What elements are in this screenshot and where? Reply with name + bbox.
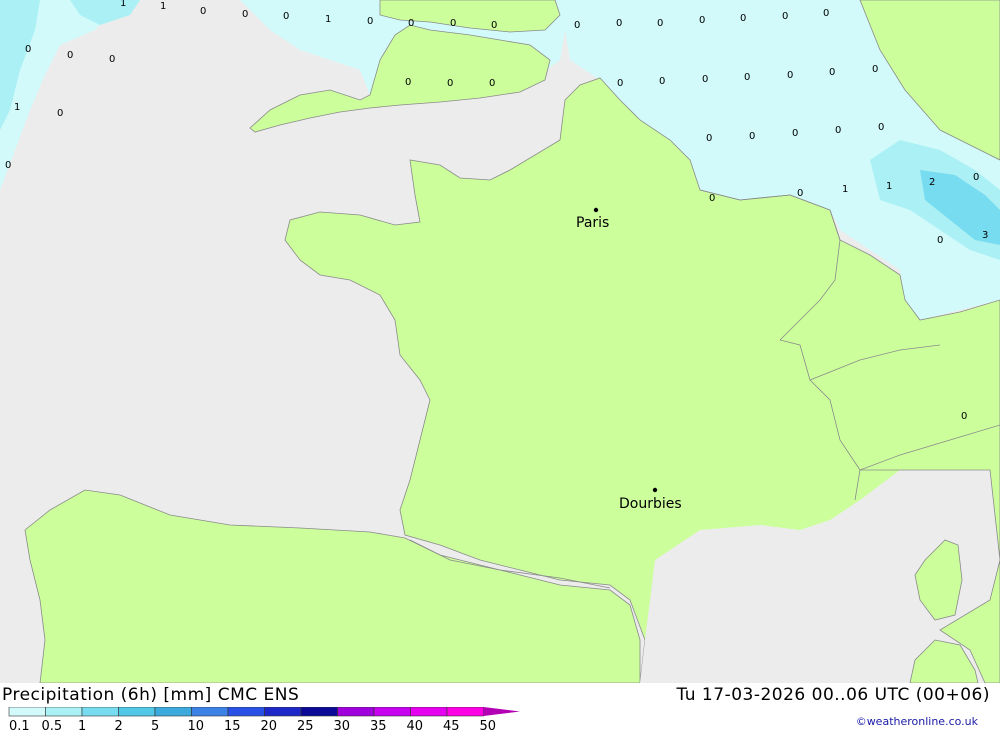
- legend-tick-label: 2: [115, 719, 123, 733]
- legend-tick-label: 50: [480, 719, 497, 733]
- precip-label: 0: [937, 235, 943, 246]
- precip-label: 0: [706, 133, 712, 144]
- legend-swatch: [446, 707, 484, 717]
- city-marker-dourbies: [652, 487, 658, 493]
- precip-label: 0: [491, 20, 497, 31]
- legend-tick-label: 0.5: [42, 719, 63, 733]
- city-label-paris: Paris: [576, 215, 609, 231]
- precip-label: 0: [447, 78, 453, 89]
- legend-swatch: [227, 707, 265, 717]
- precip-label: 0: [616, 18, 622, 29]
- precip-label: 0: [200, 6, 206, 17]
- credit-link[interactable]: ©weatheronline.co.uk: [856, 715, 978, 728]
- precip-label: 0: [489, 78, 495, 89]
- legend-tick-label: 15: [224, 719, 241, 733]
- precip-label: 1: [842, 184, 848, 195]
- precip-label: 0: [782, 11, 788, 22]
- legend-tick-label: 10: [188, 719, 205, 733]
- precip-label: 0: [5, 160, 11, 171]
- precip-label: 0: [872, 64, 878, 75]
- legend-tick-label: 40: [407, 719, 424, 733]
- legend-swatch: [483, 707, 520, 716]
- precip-label: 0: [749, 131, 755, 142]
- legend-swatch: [410, 707, 448, 717]
- legend-tick-label: 25: [297, 719, 314, 733]
- legend-swatch: [81, 707, 119, 717]
- precip-label: 0: [792, 128, 798, 139]
- precip-label: 0: [57, 108, 63, 119]
- legend-swatch: [191, 707, 229, 717]
- precip-label: 0: [740, 13, 746, 24]
- legend-tick-label: 35: [370, 719, 387, 733]
- precip-label: 0: [67, 50, 73, 61]
- precip-label: 1: [120, 0, 126, 9]
- legend-tick-label: 1: [78, 719, 86, 733]
- precip-label: 0: [450, 18, 456, 29]
- legend-swatch: [373, 707, 411, 717]
- precip-label: 0: [702, 74, 708, 85]
- legend-swatch: [45, 707, 83, 717]
- legend-swatch: [264, 707, 302, 717]
- city-label-dourbies: Dourbies: [619, 496, 682, 512]
- precip-label: 3: [982, 230, 988, 241]
- precip-label: 0: [829, 67, 835, 78]
- legend-swatch: [8, 707, 46, 717]
- legend-tick-label: 5: [151, 719, 159, 733]
- precip-label: 0: [574, 20, 580, 31]
- precip-label: 1: [14, 102, 20, 113]
- legend-tick-label: 30: [334, 719, 351, 733]
- city-marker-paris: [593, 207, 599, 213]
- precip-label: 1: [886, 181, 892, 192]
- precip-label: 1: [160, 1, 166, 12]
- precip-label: 0: [25, 44, 31, 55]
- precip-label: 0: [657, 18, 663, 29]
- precip-label: 0: [283, 11, 289, 22]
- precip-label: 0: [659, 76, 665, 87]
- precip-label: 0: [961, 411, 967, 422]
- precip-label: 0: [367, 16, 373, 27]
- precipitation-map: Paris Dourbies 1 1 0 0 0 1 0 0 0 0 0 0 1…: [0, 0, 1000, 684]
- legend-tick-label: 45: [443, 719, 460, 733]
- precip-label: 0: [744, 72, 750, 83]
- precip-label: 0: [878, 122, 884, 133]
- precip-label: 0: [405, 77, 411, 88]
- legend-tick-label: 0.1: [9, 719, 30, 733]
- precip-label: 0: [973, 172, 979, 183]
- map-title: Precipitation (6h) [mm] CMC ENS: [2, 685, 300, 705]
- precip-label: 0: [109, 54, 115, 65]
- legend-swatch: [337, 707, 375, 717]
- precip-label: 0: [797, 188, 803, 199]
- precip-label: 1: [325, 14, 331, 25]
- legend-swatch: [154, 707, 192, 717]
- precip-label: 0: [408, 18, 414, 29]
- precip-label: 0: [709, 193, 715, 204]
- legend-swatch: [300, 707, 338, 717]
- precip-label: 0: [787, 70, 793, 81]
- precip-label: 0: [835, 125, 841, 136]
- precip-legend: 0.1 0.5 1 2 5 10 15 20 25 30 35 40 45 50: [8, 707, 520, 733]
- valid-time: Tu 17-03-2026 00..06 UTC (00+06): [676, 685, 990, 705]
- precip-label: 0: [242, 9, 248, 20]
- legend-swatch: [118, 707, 156, 717]
- legend-tick-label: 20: [261, 719, 278, 733]
- map-footer: Precipitation (6h) [mm] CMC ENS Tu 17-03…: [0, 683, 1000, 733]
- precip-label: 2: [929, 177, 935, 188]
- precip-label: 0: [699, 15, 705, 26]
- precip-label: 0: [823, 8, 829, 19]
- precip-label: 0: [617, 78, 623, 89]
